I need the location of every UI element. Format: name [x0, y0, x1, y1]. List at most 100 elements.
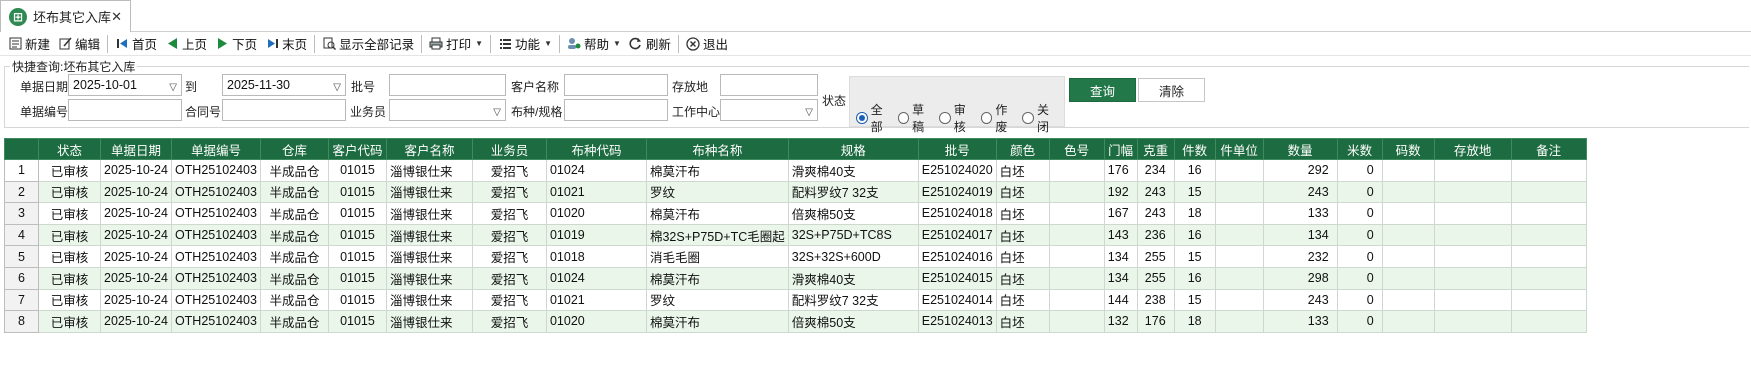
cell-fab-name[interactable]: 棉莫汗布 — [645, 159, 789, 182]
cell-cust-code[interactable]: 01015 — [327, 202, 387, 225]
last-page-button[interactable]: 末页 — [261, 33, 311, 55]
column-header[interactable]: 客户代码 — [327, 138, 387, 160]
column-header[interactable]: 件单位 — [1214, 138, 1264, 160]
cell-pcs-unit[interactable] — [1214, 180, 1264, 204]
table-row[interactable]: 3 已审核 2025-10-24 OTH25102403 半成品仓 01015 淄博银仕来爱… — [4, 202, 1587, 225]
query-button[interactable]: 查询 — [1069, 78, 1136, 102]
cell-doc[interactable]: OTH25102403 — [170, 202, 261, 225]
next-page-button[interactable]: 下页 — [211, 33, 261, 55]
cell-wh[interactable]: 半成品仓 — [259, 266, 329, 290]
cell-pcs[interactable]: 16 — [1173, 266, 1216, 290]
cell-cust-name[interactable]: 淄博银仕来 — [385, 159, 473, 182]
cell-fab-code[interactable]: 01020 — [545, 202, 647, 225]
cell-color-no[interactable] — [1048, 223, 1105, 247]
new-button[interactable]: 新建 — [4, 33, 54, 55]
cell-cust-code[interactable]: 01015 — [327, 310, 387, 333]
cell-gsm[interactable]: 236 — [1136, 223, 1175, 247]
cell-width[interactable]: 176 — [1103, 159, 1138, 182]
row-number[interactable]: 8 — [4, 310, 39, 333]
cell-pcs[interactable]: 18 — [1173, 202, 1216, 225]
cell-pcs[interactable]: 15 — [1173, 245, 1216, 268]
column-header[interactable]: 布种代码 — [545, 138, 647, 160]
cell-sales[interactable]: 爱招飞 — [471, 266, 547, 290]
cell-batch[interactable]: E251024015 — [917, 266, 997, 290]
cell-pcs-unit[interactable] — [1214, 245, 1264, 268]
show-all-records-button[interactable]: 显示全部记录 — [318, 33, 418, 55]
cell-sales[interactable]: 爱招飞 — [471, 310, 547, 333]
tab-fabric-other-inbound[interactable]: ⊞ 坯布其它入库 ✕ — [0, 0, 131, 32]
cell-doc[interactable]: OTH25102403 — [170, 159, 261, 182]
cell-width[interactable]: 167 — [1103, 202, 1138, 225]
cell-gsm[interactable]: 255 — [1136, 245, 1175, 268]
cell-fab-code[interactable]: 01018 — [545, 245, 647, 268]
cell-note[interactable] — [1510, 310, 1587, 333]
cell-pcs-unit[interactable] — [1214, 310, 1264, 333]
column-header[interactable]: 布种名称 — [645, 138, 789, 160]
cell-yards[interactable] — [1381, 180, 1435, 204]
row-number[interactable]: 5 — [4, 245, 39, 268]
exit-button[interactable]: 退出 — [682, 33, 732, 55]
cell-pcs[interactable]: 16 — [1173, 159, 1216, 182]
cell-color[interactable]: 白坯 — [995, 288, 1050, 312]
cell-width[interactable]: 134 — [1103, 245, 1138, 268]
status-radio-all[interactable]: 全部 — [856, 101, 894, 135]
cell-wh[interactable]: 半成品仓 — [259, 310, 329, 333]
cell-meters[interactable]: 0 — [1336, 310, 1383, 333]
cell-fab-name[interactable]: 罗纹 — [645, 180, 789, 204]
row-number[interactable]: 3 — [4, 202, 39, 225]
table-row[interactable]: 2 已审核 2025-10-24 OTH25102403 半成品仓 01015 淄博银仕来爱… — [4, 180, 1587, 204]
cell-note[interactable] — [1510, 245, 1587, 268]
cell-cust-name[interactable]: 淄博银仕来 — [385, 245, 473, 268]
cell-qty[interactable]: 298 — [1262, 266, 1338, 290]
cell-fab-name[interactable]: 消毛毛圈 — [645, 245, 789, 268]
help-menu-button[interactable]: 帮助 ▼ — [563, 33, 625, 55]
prev-page-button[interactable]: 上页 — [161, 33, 211, 55]
cell-meters[interactable]: 0 — [1336, 288, 1383, 312]
cell-gsm[interactable]: 176 — [1136, 310, 1175, 333]
cell-gsm[interactable]: 234 — [1136, 159, 1175, 182]
cell-spec[interactable]: 滑爽棉40支 — [787, 266, 919, 290]
cell-sales[interactable]: 爱招飞 — [471, 245, 547, 268]
cell-color[interactable]: 白坯 — [995, 245, 1050, 268]
row-number[interactable]: 4 — [4, 223, 39, 247]
cell-status[interactable]: 已审核 — [38, 223, 101, 247]
cell-loc[interactable] — [1433, 180, 1512, 204]
cell-loc[interactable] — [1433, 266, 1512, 290]
cell-spec[interactable]: 倍爽棉50支 — [787, 202, 919, 225]
cell-spec[interactable]: 倍爽棉50支 — [787, 310, 919, 333]
cell-fab-name[interactable]: 罗纹 — [645, 288, 789, 312]
cell-date[interactable]: 2025-10-24 — [100, 180, 172, 204]
cell-date[interactable]: 2025-10-24 — [100, 245, 172, 268]
edit-button[interactable]: 编辑 — [54, 33, 104, 55]
cell-meters[interactable]: 0 — [1336, 245, 1383, 268]
cell-date[interactable]: 2025-10-24 — [100, 266, 172, 290]
cell-spec[interactable]: 滑爽棉40支 — [787, 159, 919, 182]
cell-pcs[interactable]: 15 — [1173, 180, 1216, 204]
column-header[interactable]: 色号 — [1048, 138, 1105, 160]
cell-cust-name[interactable]: 淄博银仕来 — [385, 288, 473, 312]
print-button[interactable]: 打印 ▼ — [425, 33, 487, 55]
cell-status[interactable]: 已审核 — [38, 245, 101, 268]
cell-meters[interactable]: 0 — [1336, 159, 1383, 182]
cell-pcs[interactable]: 15 — [1173, 288, 1216, 312]
cell-pcs-unit[interactable] — [1214, 223, 1264, 247]
cell-date[interactable]: 2025-10-24 — [100, 223, 172, 247]
cell-fab-name[interactable]: 棉32S+P75D+TC毛圈起 — [645, 223, 789, 247]
column-header[interactable]: 克重 — [1136, 138, 1175, 160]
cell-meters[interactable]: 0 — [1336, 180, 1383, 204]
cell-wh[interactable]: 半成品仓 — [259, 245, 329, 268]
cell-cust-code[interactable]: 01015 — [327, 245, 387, 268]
cell-qty[interactable]: 243 — [1262, 180, 1338, 204]
column-header[interactable]: 数量 — [1262, 138, 1338, 160]
row-number[interactable]: 2 — [4, 180, 39, 204]
cell-meters[interactable]: 0 — [1336, 223, 1383, 247]
cell-color[interactable]: 白坯 — [995, 202, 1050, 225]
cell-color[interactable]: 白坯 — [995, 266, 1050, 290]
location-input[interactable] — [720, 74, 818, 96]
cell-cust-name[interactable]: 淄博银仕来 — [385, 202, 473, 225]
column-header[interactable]: 件数 — [1173, 138, 1216, 160]
cell-loc[interactable] — [1433, 202, 1512, 225]
cell-doc[interactable]: OTH25102403 — [170, 245, 261, 268]
cell-fab-code[interactable]: 01021 — [545, 288, 647, 312]
cell-sales[interactable]: 爱招飞 — [471, 223, 547, 247]
